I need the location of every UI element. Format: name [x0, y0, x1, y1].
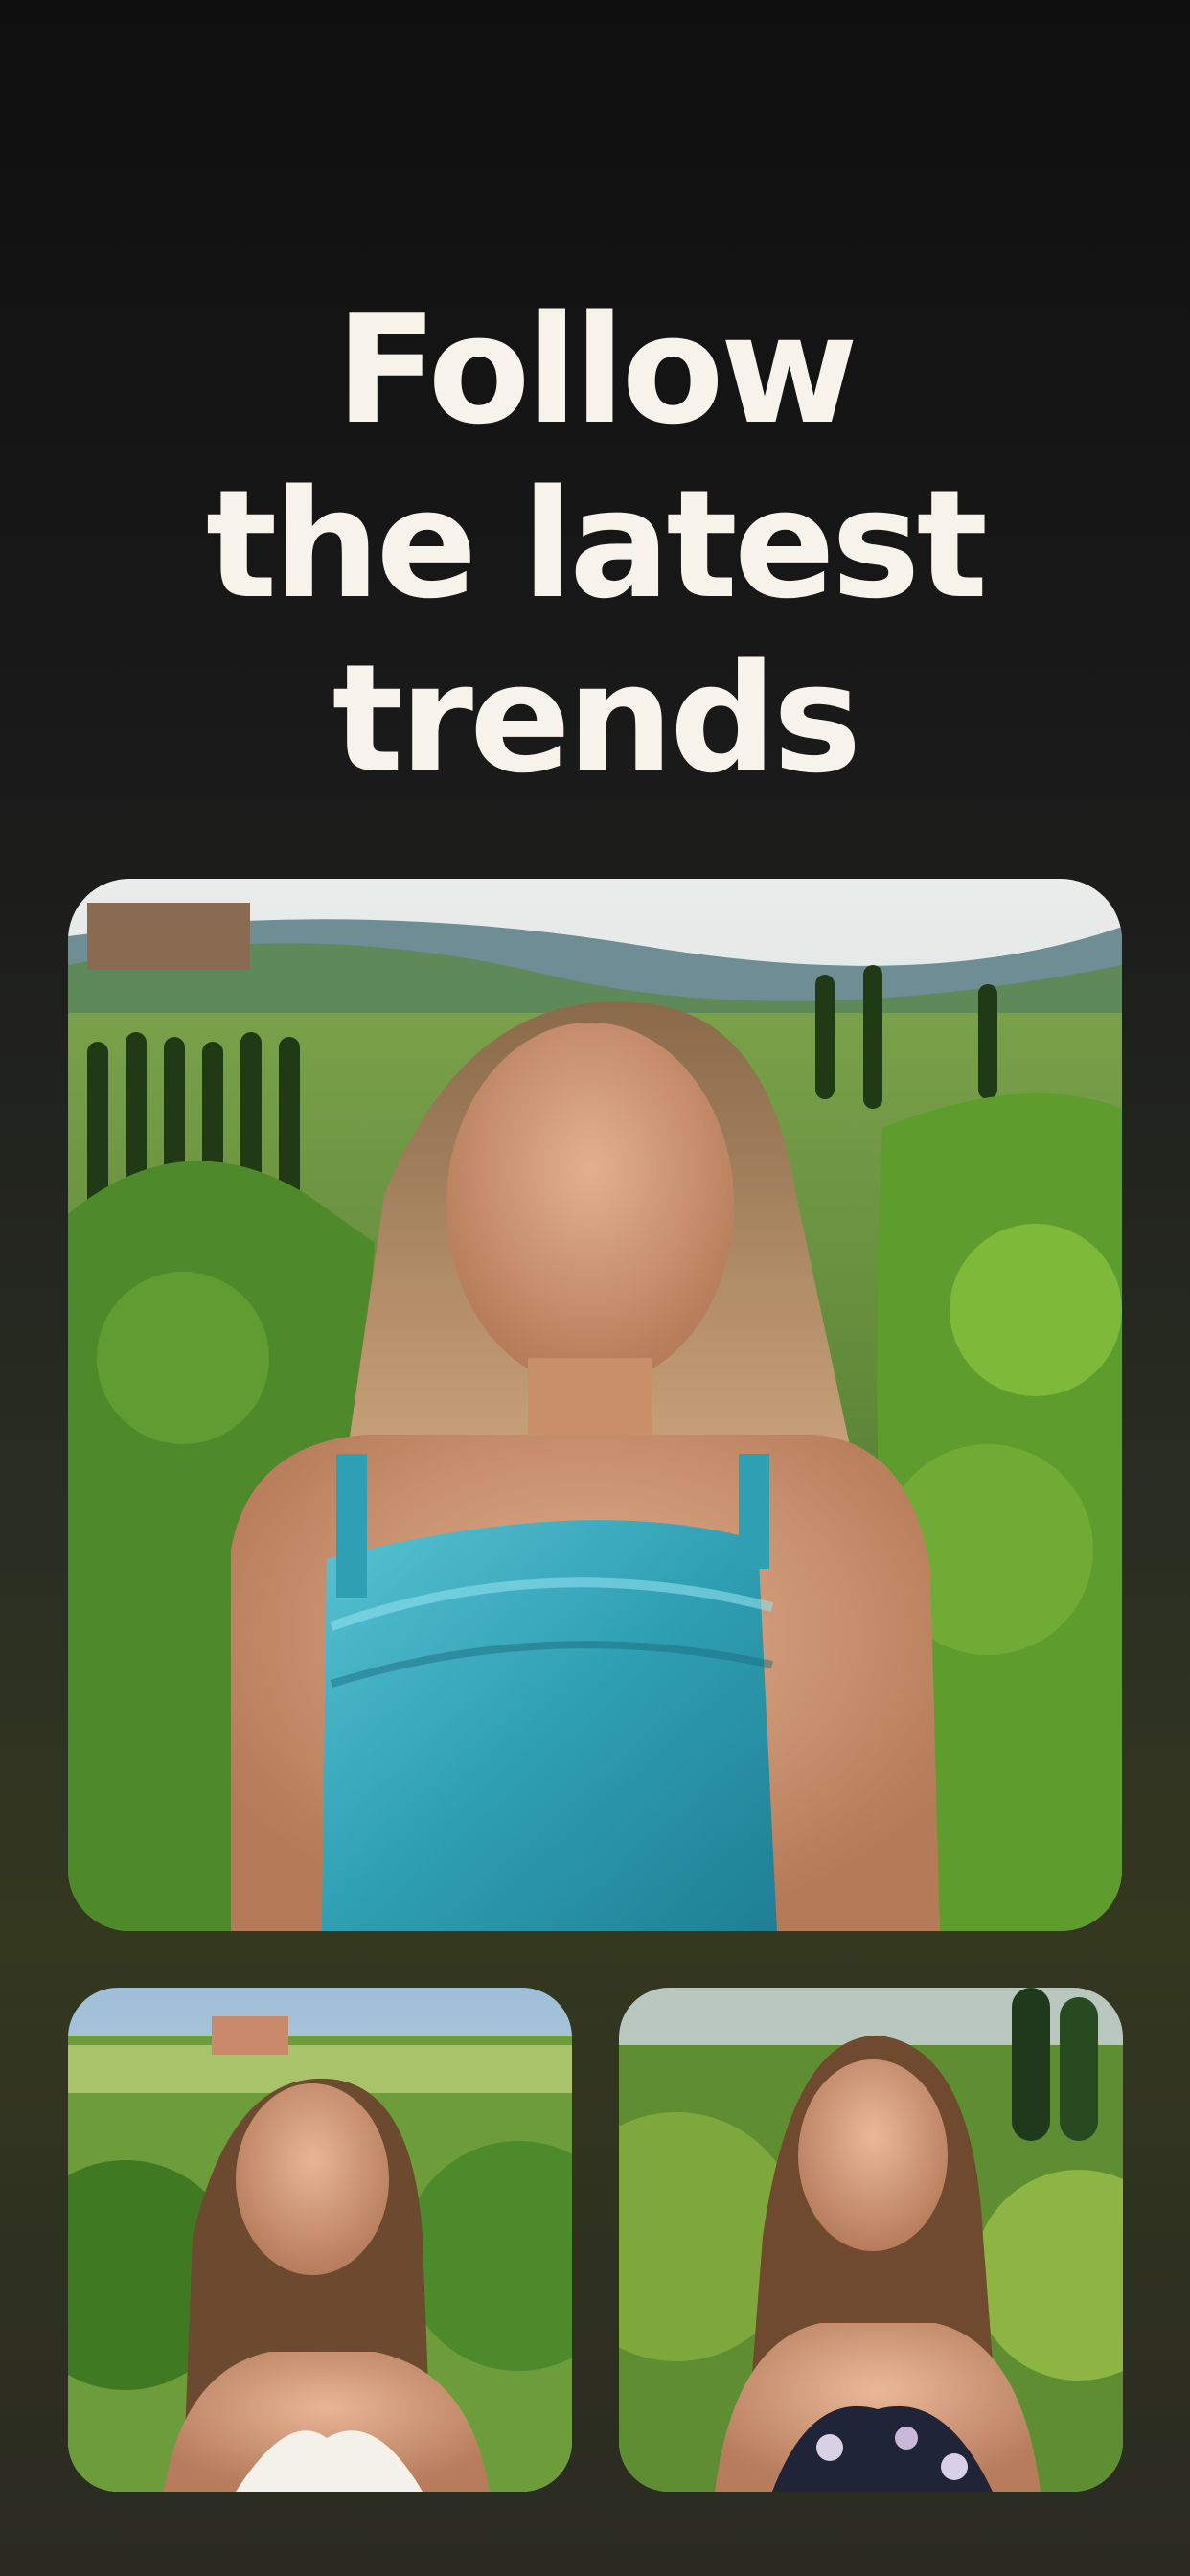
onboarding-headline: Follow the latest trends	[0, 283, 1190, 806]
left-portrait-photo	[68, 1988, 572, 2492]
floral-dress-portrait-image	[619, 1988, 1123, 2492]
white-dress-portrait-image	[68, 1988, 572, 2492]
right-portrait-photo	[619, 1988, 1123, 2492]
headline-line-3: trends	[332, 631, 862, 806]
headline-line-1: Follow	[335, 282, 858, 457]
vineyard-portrait-image	[68, 879, 1122, 1931]
headline-line-2: the latest	[205, 456, 988, 632]
main-portrait-photo	[68, 879, 1122, 1931]
